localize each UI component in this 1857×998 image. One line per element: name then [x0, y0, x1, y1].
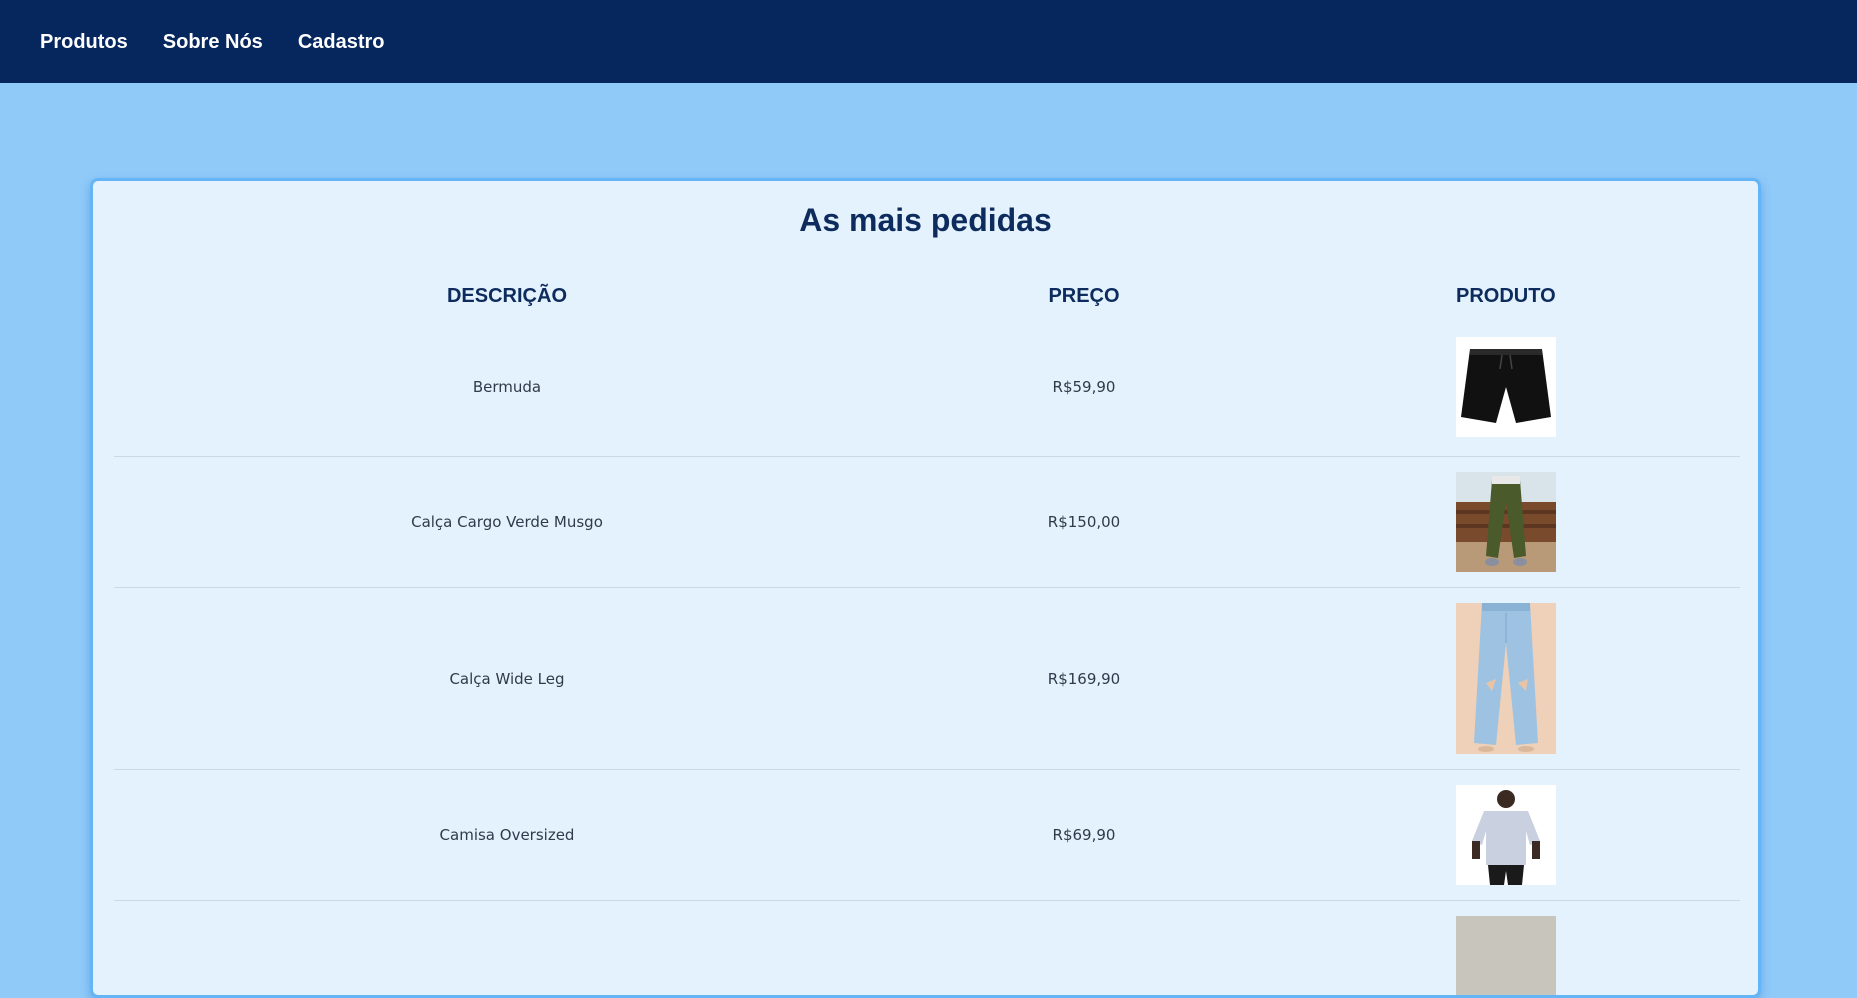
nav-link-produtos[interactable]: Produtos: [40, 32, 128, 52]
table-header-row: DESCRIÇÃO PREÇO PRODUTO: [114, 273, 1740, 319]
table-row: Calça Cargo Verde Musgo R$150,00: [114, 457, 1740, 588]
row-price: R$169,90: [900, 588, 1268, 770]
card-title: As mais pedidas: [93, 201, 1758, 239]
wide-leg-jeans-image: [1456, 603, 1556, 754]
products-table: DESCRIÇÃO PREÇO PRODUTO Bermuda R$59,90: [114, 273, 1740, 998]
row-description: Calça Wide Leg: [114, 588, 900, 770]
oversized-shirt-image: [1456, 785, 1556, 885]
black-shorts-image: [1456, 337, 1556, 437]
row-description: Camisa Oversized: [114, 770, 900, 901]
row-price: R$150,00: [900, 457, 1268, 588]
table-row: [114, 901, 1740, 998]
header-description: DESCRIÇÃO: [114, 273, 900, 319]
top-navbar: Produtos Sobre Nós Cadastro: [0, 0, 1857, 83]
nav-link-cadastro[interactable]: Cadastro: [298, 32, 385, 52]
green-cargo-pants-image: [1456, 472, 1556, 572]
products-card: As mais pedidas DESCRIÇÃO PREÇO PRODUTO …: [90, 178, 1761, 998]
product-image: [1456, 916, 1556, 998]
row-description: Calça Cargo Verde Musgo: [114, 457, 900, 588]
table-row: Camisa Oversized R$69,90: [114, 770, 1740, 901]
table-row: Calça Wide Leg R$169,90: [114, 588, 1740, 770]
row-price: R$59,90: [900, 319, 1268, 457]
header-price: PREÇO: [900, 273, 1268, 319]
row-description: Bermuda: [114, 319, 900, 457]
nav-link-sobre-nos[interactable]: Sobre Nós: [163, 32, 263, 52]
header-product: PRODUTO: [1268, 273, 1740, 319]
table-row: Bermuda R$59,90: [114, 319, 1740, 457]
row-price: R$69,90: [900, 770, 1268, 901]
